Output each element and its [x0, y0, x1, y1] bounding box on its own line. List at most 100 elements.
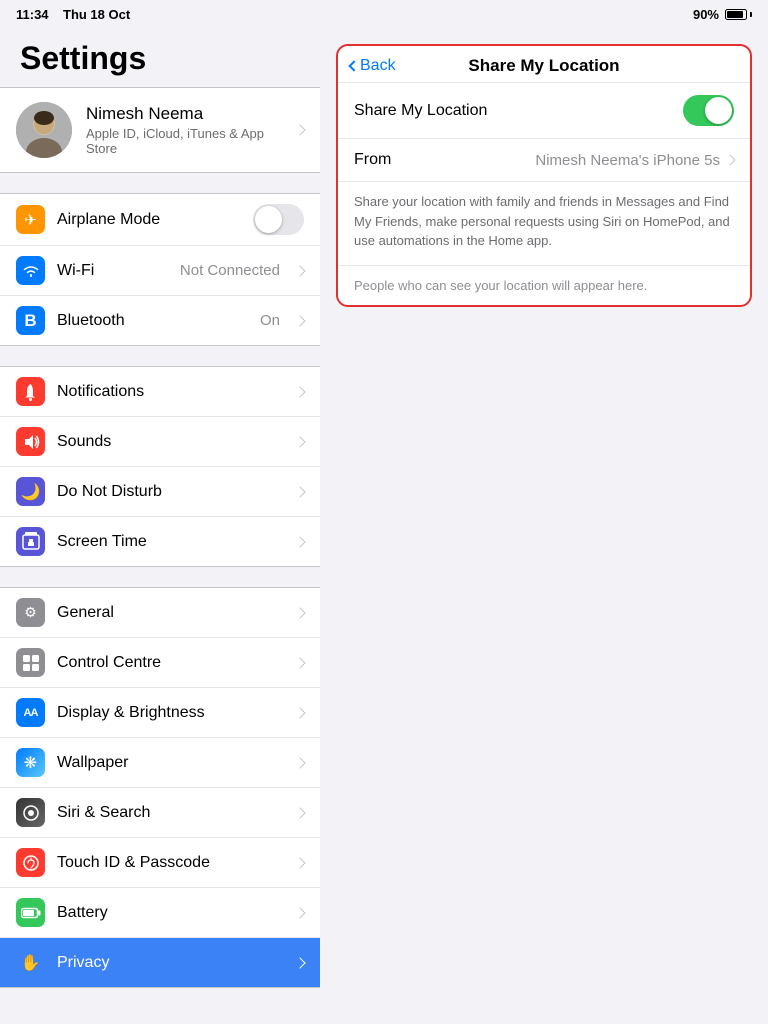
wallpaper-chevron: [294, 757, 305, 768]
notifications-chevron: [294, 386, 305, 397]
back-label: Back: [360, 57, 396, 75]
donotdisturb-icon: 🌙: [16, 477, 45, 506]
touchid-chevron: [294, 857, 305, 868]
touchid-icon: [16, 848, 45, 877]
bluetooth-value: On: [260, 312, 280, 329]
displaybrightness-label: Display & Brightness: [57, 704, 284, 722]
donotdisturb-label: Do Not Disturb: [57, 483, 284, 501]
airplane-label: Airplane Mode: [57, 211, 241, 229]
detail-pane: Back Share My Location Share My Location…: [320, 28, 768, 339]
toggle-knob: [705, 97, 732, 124]
bluetooth-icon: B: [16, 306, 45, 335]
screentime-chevron: [294, 536, 305, 547]
sounds-icon: [16, 427, 45, 456]
general-chevron: [294, 607, 305, 618]
sidebar-item-controlcentre[interactable]: Control Centre: [0, 638, 320, 688]
from-label: From: [354, 151, 535, 169]
touchid-label: Touch ID & Passcode: [57, 854, 284, 872]
location-note: People who can see your location will ap…: [338, 266, 750, 305]
from-value: Nimesh Neema's iPhone 5s: [535, 152, 720, 169]
displaybrightness-icon: AA: [16, 698, 45, 727]
sidebar-item-wallpaper[interactable]: ❋ Wallpaper: [0, 738, 320, 788]
status-time-date: 11:34 Thu 18 Oct: [16, 7, 130, 22]
sidebar-item-bluetooth[interactable]: B Bluetooth On: [0, 296, 320, 345]
location-note-text: People who can see your location will ap…: [354, 278, 734, 293]
screentime-icon: [16, 527, 45, 556]
from-chevron-icon: [724, 154, 735, 165]
sidebar-item-sounds[interactable]: Sounds: [0, 417, 320, 467]
sirisearch-chevron: [294, 807, 305, 818]
privacy-label: Privacy: [57, 954, 284, 972]
wifi-chevron: [294, 265, 305, 276]
sidebar-item-general[interactable]: ⚙ General: [0, 588, 320, 638]
back-button[interactable]: Back: [350, 57, 396, 75]
sidebar-item-displaybrightness[interactable]: AA Display & Brightness: [0, 688, 320, 738]
airplane-icon: ✈: [16, 205, 45, 234]
privacy-chevron: [294, 957, 305, 968]
general-icon: ⚙: [16, 598, 45, 627]
from-row[interactable]: From Nimesh Neema's iPhone 5s: [338, 139, 750, 182]
sounds-chevron: [294, 436, 305, 447]
privacy-icon: ✋: [16, 948, 45, 977]
status-time: 11:34: [16, 7, 49, 22]
battery-settings-icon: [16, 898, 45, 927]
settings-group-connectivity: ✈ Airplane Mode Wi-Fi Not Connected: [0, 193, 320, 346]
back-chevron-icon: [348, 60, 359, 71]
sirisearch-icon: [16, 798, 45, 827]
card-nav-bar: Back Share My Location: [338, 46, 750, 83]
bluetooth-label: Bluetooth: [57, 312, 248, 330]
wifi-value: Not Connected: [180, 262, 280, 279]
right-panel: Back Share My Location Share My Location…: [320, 28, 768, 1024]
profile-chevron: [294, 124, 305, 135]
wallpaper-icon: ❋: [16, 748, 45, 777]
sidebar-item-airplane[interactable]: ✈ Airplane Mode: [0, 194, 320, 246]
sidebar-item-touchid[interactable]: Touch ID & Passcode: [0, 838, 320, 888]
share-my-location-row: Share My Location: [338, 83, 750, 139]
status-right: 90%: [693, 7, 752, 22]
status-date: Thu 18 Oct: [63, 7, 130, 22]
profile-subtitle: Apple ID, iCloud, iTunes & App Store: [86, 126, 282, 156]
wifi-label: Wi-Fi: [57, 262, 168, 280]
share-my-location-label: Share My Location: [354, 102, 683, 120]
description-block: Share your location with family and frie…: [338, 182, 750, 266]
notifications-label: Notifications: [57, 383, 284, 401]
screentime-label: Screen Time: [57, 533, 284, 551]
sidebar-item-screentime[interactable]: Screen Time: [0, 517, 320, 566]
general-label: General: [57, 604, 284, 622]
controlcentre-label: Control Centre: [57, 654, 284, 672]
battery-icon: [725, 9, 752, 20]
sounds-label: Sounds: [57, 433, 284, 451]
bluetooth-chevron: [294, 315, 305, 326]
sirisearch-label: Siri & Search: [57, 804, 284, 822]
controlcentre-icon: [16, 648, 45, 677]
profile-section[interactable]: Nimesh Neema Apple ID, iCloud, iTunes & …: [0, 87, 320, 173]
avatar: [16, 102, 72, 158]
sidebar-item-notifications[interactable]: Notifications: [0, 367, 320, 417]
notifications-icon: [16, 377, 45, 406]
sidebar-item-battery[interactable]: Battery: [0, 888, 320, 938]
page-title: Share My Location: [468, 56, 619, 76]
wallpaper-label: Wallpaper: [57, 754, 284, 772]
donotdisturb-chevron: [294, 486, 305, 497]
settings-group-display: ⚙ General Control Centre AA Di: [0, 587, 320, 988]
sidebar-item-wifi[interactable]: Wi-Fi Not Connected: [0, 246, 320, 296]
sidebar-item-donotdisturb[interactable]: 🌙 Do Not Disturb: [0, 467, 320, 517]
share-my-location-toggle[interactable]: [683, 95, 734, 126]
battery-chevron: [294, 907, 305, 918]
description-text: Share your location with family and frie…: [354, 192, 734, 251]
status-bar: 11:34 Thu 18 Oct 90%: [0, 0, 768, 28]
battery-label: Battery: [57, 904, 284, 922]
airplane-toggle[interactable]: [253, 204, 304, 235]
controlcentre-chevron: [294, 657, 305, 668]
settings-group-system: Notifications Sounds 🌙 Do Not Disturb: [0, 366, 320, 567]
profile-name: Nimesh Neema: [86, 104, 282, 124]
wifi-icon: [16, 256, 45, 285]
sidebar: Settings Nimesh Neema Apple ID, iCloud, …: [0, 28, 320, 1024]
sidebar-item-sirisearch[interactable]: Siri & Search: [0, 788, 320, 838]
share-my-location-card: Back Share My Location Share My Location…: [336, 44, 752, 307]
displaybrightness-chevron: [294, 707, 305, 718]
sidebar-item-privacy[interactable]: ✋ Privacy: [0, 938, 320, 987]
profile-info: Nimesh Neema Apple ID, iCloud, iTunes & …: [86, 104, 282, 156]
battery-percent: 90%: [693, 7, 719, 22]
sidebar-title: Settings: [0, 28, 320, 87]
